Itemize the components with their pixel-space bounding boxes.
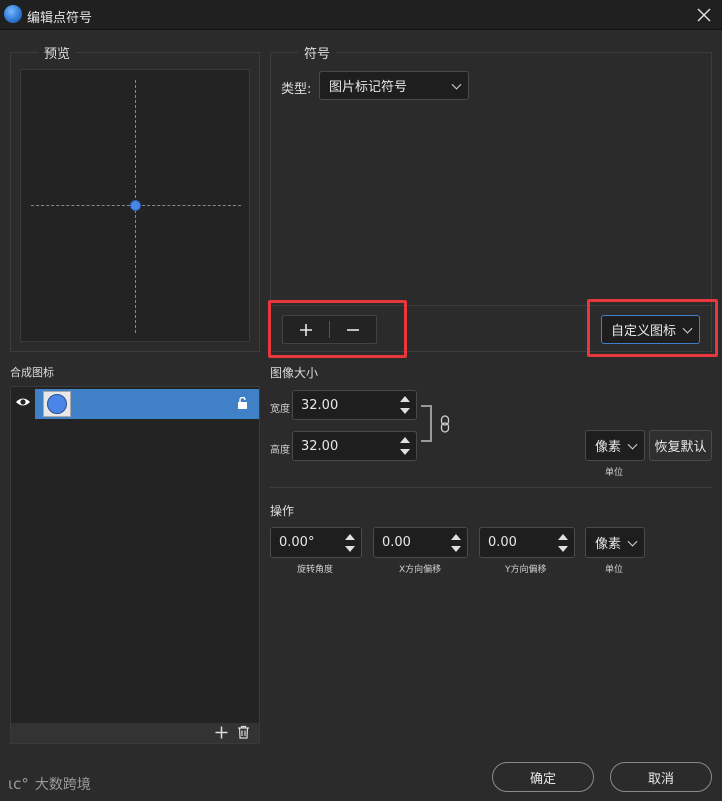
title-bar: 编辑点符号 [0, 0, 722, 30]
size-unit-select[interactable]: 像素 [585, 430, 645, 461]
symbol-list-area [271, 102, 711, 305]
x-offset-label: X方向偏移 [399, 565, 442, 575]
width-stepper[interactable] [400, 396, 410, 414]
height-input[interactable]: 32.00 [292, 431, 417, 461]
composite-title: 合成图标 [10, 366, 54, 379]
rotation-stepper[interactable] [345, 533, 355, 552]
width-value: 32.00 [301, 397, 339, 413]
layer-thumbnail-circle [47, 394, 67, 414]
reset-default-button[interactable]: 恢复默认 [649, 430, 712, 461]
size-unit-value: 像素 [595, 440, 622, 455]
height-label: 高度 [270, 445, 290, 456]
cancel-button[interactable]: 取消 [610, 762, 712, 792]
layer-list [10, 386, 260, 744]
watermark-logo-icon: ιᴄ° [8, 775, 29, 793]
type-select-value: 图片标记符号 [329, 80, 408, 95]
width-input[interactable]: 32.00 [292, 390, 417, 420]
preview-symbol-dot [130, 200, 141, 211]
highlight-box-custom-icon [587, 299, 718, 357]
height-stepper[interactable] [400, 437, 410, 455]
y-offset-label: Y方向偏移 [505, 565, 547, 575]
watermark-text: 大数跨境 [34, 777, 91, 793]
unlock-icon[interactable] [237, 396, 249, 412]
y-offset-input[interactable]: 0.00 [479, 527, 575, 558]
x-offset-stepper[interactable] [451, 533, 461, 552]
preview-canvas [20, 69, 250, 342]
operation-unit-select[interactable]: 像素 [585, 527, 645, 558]
rotation-input[interactable]: 0.00° [270, 527, 362, 558]
section-divider [270, 487, 712, 488]
chevron-down-icon [627, 439, 638, 450]
trash-icon[interactable] [237, 725, 250, 742]
chevron-down-icon [627, 536, 638, 547]
type-select[interactable]: 图片标记符号 [319, 71, 469, 100]
preview-title: 预览 [38, 43, 77, 62]
type-label: 类型: [281, 82, 312, 97]
visibility-eye-icon[interactable] [15, 395, 31, 412]
symbol-title: 符号 [298, 43, 337, 62]
y-offset-stepper[interactable] [558, 533, 568, 552]
layer-thumbnail [43, 391, 71, 417]
x-offset-value: 0.00 [382, 535, 411, 550]
rotation-value: 0.00° [279, 535, 315, 550]
ok-button[interactable]: 确定 [492, 762, 594, 792]
operation-title: 操作 [270, 504, 295, 518]
highlight-box-add-remove [268, 300, 407, 358]
operation-unit-value: 像素 [595, 537, 622, 552]
chevron-down-icon [451, 79, 462, 90]
link-icon[interactable] [440, 415, 450, 436]
layer-row[interactable] [35, 389, 259, 419]
height-value: 32.00 [301, 438, 339, 454]
image-size-title: 图像大小 [270, 366, 319, 380]
operation-unit-label: 单位 [605, 565, 624, 575]
y-offset-value: 0.00 [488, 535, 517, 550]
add-layer-icon[interactable] [215, 726, 228, 742]
size-unit-label: 单位 [605, 468, 624, 478]
app-logo-icon [4, 5, 22, 23]
close-icon[interactable] [692, 3, 716, 27]
width-label: 宽度 [270, 404, 290, 415]
aspect-bracket [421, 405, 432, 442]
rotation-label: 旋转角度 [297, 565, 334, 575]
watermark: ιᴄ° 大数跨境 [8, 774, 91, 794]
layer-footer [11, 723, 259, 743]
window-title: 编辑点符号 [27, 11, 93, 26]
x-offset-input[interactable]: 0.00 [373, 527, 468, 558]
